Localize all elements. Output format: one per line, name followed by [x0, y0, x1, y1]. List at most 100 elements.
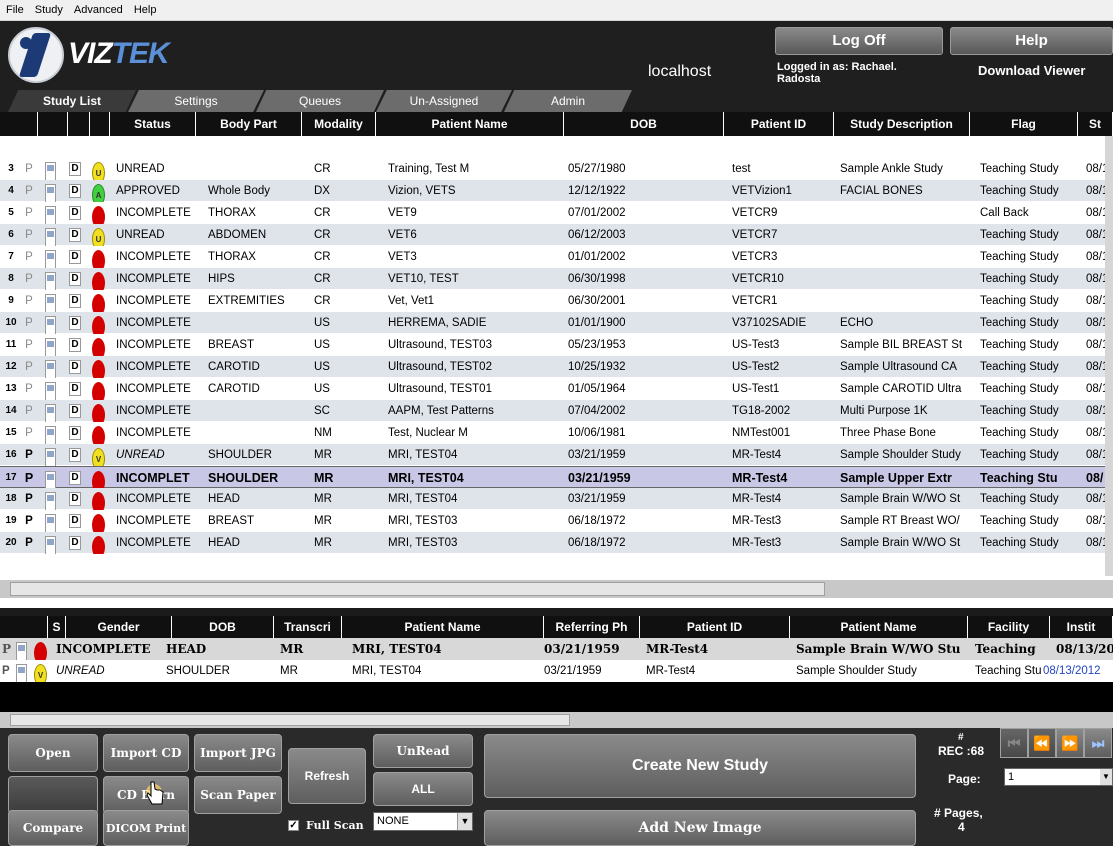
- table-row[interactable]: 17 P D INCOMPLET SHOULDER MR MRI, TEST04 03/21/…: [0, 466, 1113, 489]
- col-transcriber[interactable]: Transcri: [274, 616, 342, 638]
- help-button[interactable]: Help: [950, 27, 1113, 55]
- cell-name: MRI, TEST03: [388, 537, 458, 549]
- cell-dob: 03/21/1959: [568, 471, 631, 485]
- table-row[interactable]: 10 P D INCOMPLETE US HERREMA, SADIE 01/01/1900…: [0, 312, 1113, 334]
- cell-pid: VETCR9: [732, 207, 778, 219]
- previous-page-icon[interactable]: ⏪: [1028, 728, 1056, 758]
- col-facility[interactable]: Facility: [968, 616, 1050, 638]
- related-horizontal-scrollbar[interactable]: [0, 712, 1113, 728]
- incomplete-status-icon: [34, 642, 47, 660]
- table-row[interactable]: 3 P D U UNREAD CR Training, Test M 05/27/1980 te…: [0, 158, 1113, 180]
- table-row[interactable]: 16 P D V UNREAD SHOULDER MR MRI, TEST04 03/21/19…: [0, 444, 1113, 466]
- col-patient-name[interactable]: Patient Name: [342, 616, 544, 638]
- download-viewer-link[interactable]: Download Viewer: [978, 63, 1085, 78]
- table-row[interactable]: 5 P D INCOMPLETE THORAX CR VET9 07/01/2002 VETCR…: [0, 202, 1113, 224]
- col-patient-id[interactable]: Patient ID: [724, 112, 834, 136]
- table-row[interactable]: 20 P D INCOMPLETE HEAD MR MRI, TEST03 06/18/197…: [0, 532, 1113, 554]
- document-icon: D: [68, 334, 82, 356]
- log-off-button[interactable]: Log Off: [775, 27, 943, 55]
- document-icon: D: [68, 246, 82, 268]
- first-page-icon[interactable]: ⏮: [1000, 728, 1028, 758]
- table-row[interactable]: 13 P D INCOMPLETE CAROTID US Ultrasound, TEST0…: [0, 378, 1113, 400]
- image-icon: [45, 532, 59, 554]
- document-icon: D: [68, 510, 82, 532]
- full-scan-checkbox[interactable]: ✓: [288, 820, 299, 831]
- page-select[interactable]: 1 ▼: [1004, 768, 1113, 786]
- logged-in-label: Logged in as: Rachael. Radosta: [777, 61, 897, 85]
- add-new-image-button[interactable]: Add New Image: [484, 810, 916, 846]
- tab-study-list[interactable]: Study List: [8, 90, 136, 112]
- cell-status: INCOMPLETE: [116, 251, 191, 263]
- col-flag[interactable]: Flag: [970, 112, 1078, 136]
- table-row[interactable]: 14 P D INCOMPLETE SC AAPM, Test Patterns 07/04…: [0, 400, 1113, 422]
- scroll-thumb[interactable]: [10, 582, 825, 596]
- page-navigation: ⏮ ⏪ ⏩ ⏭: [1000, 728, 1113, 758]
- menu-help[interactable]: Help: [134, 4, 157, 16]
- create-new-study-button[interactable]: Create New Study: [484, 734, 916, 798]
- cell-desc: Sample Upper Extr: [840, 471, 952, 485]
- tab-settings[interactable]: Settings: [128, 90, 264, 112]
- table-row[interactable]: 15 P D INCOMPLETE NM Test, Nuclear M 10/06/198…: [0, 422, 1113, 444]
- all-button[interactable]: ALL: [373, 772, 473, 806]
- open-button[interactable]: Open: [8, 734, 98, 772]
- table-row[interactable]: 7 P D INCOMPLETE THORAX CR VET3 01/01/2002 VETCR…: [0, 246, 1113, 268]
- col-dob[interactable]: DOB: [564, 112, 724, 136]
- image-icon: [45, 290, 59, 312]
- col-study-description[interactable]: Study Description: [834, 112, 970, 136]
- tab-un-assigned[interactable]: Un-Assigned: [376, 90, 512, 112]
- dicom-print-button[interactable]: DICOM Print: [103, 810, 189, 846]
- cell-flag: Teaching Stu: [980, 471, 1058, 485]
- col-modality[interactable]: Modality: [302, 112, 376, 136]
- table-row[interactable]: 6 P D U UNREAD ABDOMEN CR VET6 06/12/2003 VETCR7 T…: [0, 224, 1113, 246]
- table-row[interactable]: 12 P D INCOMPLETE CAROTID US Ultrasound, TEST0…: [0, 356, 1113, 378]
- horizontal-scrollbar[interactable]: [0, 580, 1113, 598]
- col-patient-id[interactable]: Patient ID: [640, 616, 790, 638]
- menu-study[interactable]: Study: [35, 4, 63, 16]
- col-patient-name-2[interactable]: Patient Name: [790, 616, 968, 638]
- tab-admin[interactable]: Admin: [504, 90, 632, 112]
- chevron-down-icon[interactable]: ▼: [1100, 769, 1112, 785]
- refresh-button[interactable]: Refresh: [288, 748, 366, 804]
- vertical-scrollbar[interactable]: [1105, 136, 1113, 576]
- grid-header: Status Body Part Modality Patient Name D…: [0, 112, 1113, 136]
- table-row[interactable]: 11 P D INCOMPLETE BREAST US Ultrasound, TEST03…: [0, 334, 1113, 356]
- col-s[interactable]: S: [48, 616, 66, 638]
- cell-mod: US: [314, 317, 330, 329]
- tab-queues[interactable]: Queues: [256, 90, 384, 112]
- table-row[interactable]: 9 P D INCOMPLETE EXTREMITIES CR Vet, Vet1 06/30…: [0, 290, 1113, 312]
- scroll-thumb[interactable]: [10, 714, 570, 726]
- cell-mod: MR: [314, 537, 332, 549]
- next-page-icon[interactable]: ⏩: [1056, 728, 1084, 758]
- col-institution[interactable]: Instit: [1050, 616, 1113, 638]
- status-icon: [92, 312, 108, 334]
- col-patient-name[interactable]: Patient Name: [376, 112, 564, 136]
- cell-mod: CR: [314, 163, 331, 175]
- table-row[interactable]: 19 P D INCOMPLETE BREAST MR MRI, TEST03 06/18/1…: [0, 510, 1113, 532]
- cell-body: HEAD: [208, 537, 240, 549]
- compare-button[interactable]: Compare: [8, 810, 98, 846]
- cell-mod: CR: [314, 207, 331, 219]
- col-study-date[interactable]: St: [1078, 112, 1113, 136]
- cell-dob: 03/21/1959: [568, 493, 626, 505]
- col-gender[interactable]: Gender: [66, 616, 172, 638]
- related-row[interactable]: P V UNREAD SHOULDER MR MRI, TEST04 03/21…: [0, 660, 1113, 682]
- table-row[interactable]: 8 P D INCOMPLETE HIPS CR VET10, TEST 06/30/1998…: [0, 268, 1113, 290]
- unread-button[interactable]: UnRead: [373, 734, 473, 768]
- chevron-down-icon[interactable]: ▼: [457, 813, 472, 830]
- table-row[interactable]: 18 P D INCOMPLETE HEAD MR MRI, TEST04 03/21/195…: [0, 488, 1113, 510]
- col-body-part[interactable]: Body Part: [196, 112, 302, 136]
- col-dob[interactable]: DOB: [172, 616, 274, 638]
- menu-advanced[interactable]: Advanced: [74, 4, 123, 16]
- import-jpg-button[interactable]: Import JPG: [194, 734, 282, 772]
- cell-pid: V37102SADIE: [732, 317, 807, 329]
- menu-file[interactable]: File: [6, 4, 24, 16]
- status-icon: [92, 532, 108, 554]
- table-row[interactable]: 4 P D A APPROVED Whole Body DX Vizion, VETS 12/1…: [0, 180, 1113, 202]
- filter-select[interactable]: NONE ▼: [373, 812, 473, 831]
- import-cd-button[interactable]: Import CD: [103, 734, 189, 772]
- col-referring-physician[interactable]: Referring Ph: [544, 616, 640, 638]
- col-status[interactable]: Status: [110, 112, 196, 136]
- last-page-icon[interactable]: ⏭: [1084, 728, 1112, 758]
- scan-paper-button[interactable]: Scan Paper: [194, 776, 282, 814]
- related-row[interactable]: P INCOMPLETE HEAD MR MRI, TEST04 03/21/1…: [0, 638, 1113, 660]
